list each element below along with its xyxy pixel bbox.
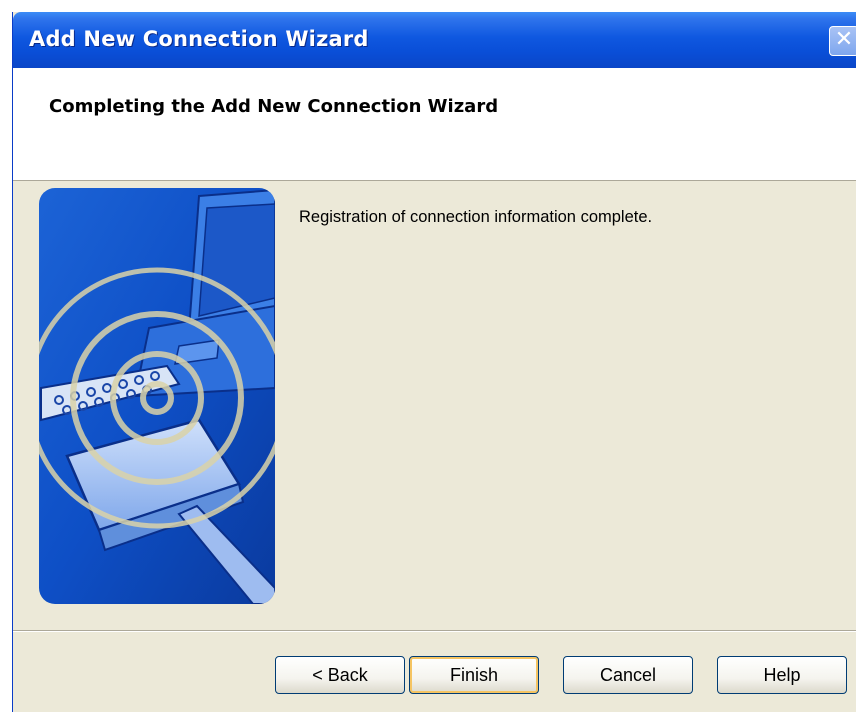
help-button[interactable]: Help <box>717 656 847 694</box>
illustration-svg <box>39 188 275 604</box>
finish-button[interactable]: Finish <box>409 656 539 694</box>
page-title: Completing the Add New Connection Wizard <box>49 96 499 117</box>
completion-message: Registration of connection information c… <box>299 208 653 226</box>
connection-wizard-illustration <box>39 188 275 604</box>
wizard-window: Add New Connection Wizard ✕ Completing t… <box>12 12 856 712</box>
close-icon[interactable]: ✕ <box>829 26 856 56</box>
window-title: Add New Connection Wizard <box>29 27 369 51</box>
wizard-header: Completing the Add New Connection Wizard <box>13 68 856 181</box>
button-separator <box>13 630 856 632</box>
back-button[interactable]: < Back <box>275 656 405 694</box>
title-bar[interactable]: Add New Connection Wizard ✕ <box>13 12 856 68</box>
cancel-button[interactable]: Cancel <box>563 656 693 694</box>
